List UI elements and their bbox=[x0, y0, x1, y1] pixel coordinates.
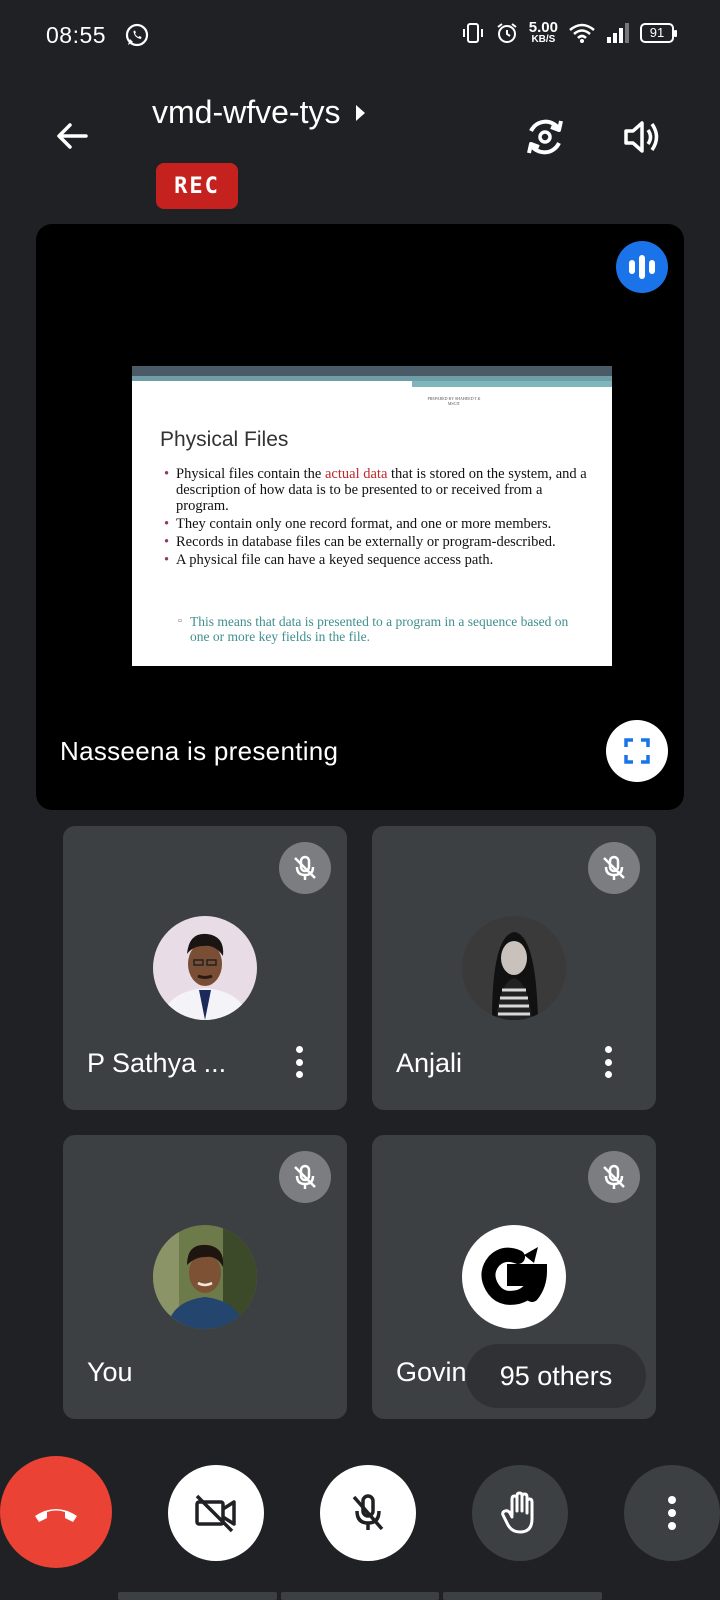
volume-button[interactable] bbox=[616, 112, 666, 162]
battery-icon: 91 bbox=[640, 22, 677, 43]
slide-bullet: Records in database files can be externa… bbox=[164, 534, 594, 550]
vibrate-icon bbox=[462, 22, 483, 43]
participant-tile[interactable]: P Sathya ... bbox=[63, 826, 347, 1110]
presentation-tile[interactable]: PREPARED BY SHAHEED T.K MSCIT Physical F… bbox=[36, 224, 684, 810]
shared-slide: PREPARED BY SHAHEED T.K MSCIT Physical F… bbox=[132, 366, 612, 666]
muted-mic-icon bbox=[279, 842, 331, 894]
caret-right-icon bbox=[356, 104, 366, 121]
more-vert-icon bbox=[668, 1496, 676, 1530]
fullscreen-icon bbox=[624, 738, 650, 764]
back-button[interactable] bbox=[48, 112, 96, 160]
slide-header-bars bbox=[132, 366, 612, 388]
mic-off-icon bbox=[352, 1494, 384, 1531]
raise-hand-button[interactable] bbox=[472, 1465, 568, 1561]
slide-bullet: Physical files contain the actual data t… bbox=[164, 466, 594, 514]
slide-title: Physical Files bbox=[160, 428, 289, 451]
more-options-button[interactable] bbox=[624, 1465, 720, 1561]
mic-toggle-button[interactable] bbox=[320, 1465, 416, 1561]
participant-name: P Sathya ... bbox=[87, 1048, 227, 1078]
meeting-code: vmd-wfve-tys bbox=[152, 94, 341, 130]
muted-mic-icon bbox=[588, 842, 640, 894]
slide-sub-bullet: This means that data is presented to a p… bbox=[178, 614, 578, 644]
hang-up-icon bbox=[35, 1509, 77, 1522]
network-speed-value: 5.00 bbox=[528, 19, 558, 36]
participant-more-button[interactable] bbox=[596, 1040, 620, 1084]
alarm-icon bbox=[497, 22, 517, 43]
fullscreen-button[interactable] bbox=[606, 720, 668, 782]
meeting-title[interactable]: vmd-wfve-tys bbox=[152, 94, 366, 131]
muted-mic-icon bbox=[588, 1151, 640, 1203]
others-count-button[interactable]: 95 others bbox=[466, 1344, 646, 1408]
participant-name: You bbox=[87, 1357, 133, 1387]
speaking-indicator-icon bbox=[616, 241, 668, 293]
avatar bbox=[153, 1225, 257, 1329]
muted-mic-icon bbox=[279, 1151, 331, 1203]
signal-icon bbox=[607, 22, 629, 43]
network-speed-unit: KB/S bbox=[531, 34, 556, 45]
participant-name: Anjali bbox=[396, 1048, 463, 1078]
switch-camera-icon bbox=[527, 119, 563, 155]
status-time: 08:55 bbox=[46, 22, 107, 48]
status-bar: 08:55 5.00 KB/S 91 bbox=[0, 0, 720, 72]
participant-tile[interactable]: You bbox=[63, 1135, 347, 1419]
camera-off-icon bbox=[195, 1494, 236, 1533]
slide-bullet: They contain only one record format, and… bbox=[164, 516, 594, 532]
battery-level: 91 bbox=[649, 25, 665, 40]
recording-badge: REC bbox=[156, 163, 238, 209]
avatar bbox=[462, 916, 566, 1020]
wifi-icon bbox=[569, 23, 595, 43]
end-call-button[interactable] bbox=[0, 1456, 112, 1568]
back-arrow-icon bbox=[57, 123, 88, 149]
presenter-label: Nasseena is presenting bbox=[60, 736, 339, 766]
switch-camera-button[interactable] bbox=[520, 112, 570, 162]
camera-toggle-button[interactable] bbox=[168, 1465, 264, 1561]
avatar bbox=[462, 1225, 566, 1329]
navigation-bar bbox=[118, 1592, 603, 1600]
slide-credit: PREPARED BY SHAHEED T.K MSCIT bbox=[427, 396, 481, 406]
raise-hand-icon bbox=[501, 1491, 534, 1534]
avatar bbox=[153, 916, 257, 1020]
volume-icon bbox=[624, 121, 659, 153]
whatsapp-icon bbox=[125, 23, 149, 47]
slide-bullet: A physical file can have a keyed sequenc… bbox=[164, 552, 594, 568]
network-speed: 5.00 KB/S bbox=[529, 20, 558, 45]
participant-tile[interactable]: Anjali bbox=[372, 826, 656, 1110]
status-icons: 5.00 KB/S 91 bbox=[461, 20, 677, 45]
participant-more-button[interactable] bbox=[287, 1040, 311, 1084]
slide-bullets: Physical files contain the actual data t… bbox=[164, 466, 594, 570]
